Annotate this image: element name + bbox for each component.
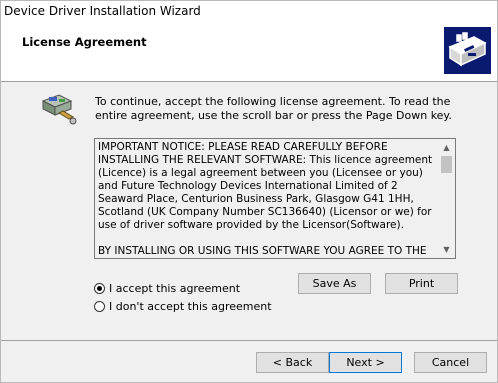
cancel-button[interactable]: Cancel xyxy=(414,352,487,373)
license-paragraph: BY INSTALLING OR USING THIS SOFTWARE YOU… xyxy=(98,245,427,257)
footer-divider xyxy=(1,340,497,341)
instructions-text: To continue, accept the following licens… xyxy=(95,95,452,122)
save-as-button[interactable]: Save As xyxy=(298,273,371,294)
installer-logo-icon xyxy=(444,27,491,74)
scroll-down-arrow-icon[interactable]: ▼ xyxy=(438,241,455,258)
next-button[interactable]: Next > xyxy=(329,352,402,373)
install-icon xyxy=(39,91,79,127)
wizard-header: License Agreement xyxy=(1,21,497,82)
scroll-thumb[interactable] xyxy=(441,156,452,173)
back-button[interactable]: < Back xyxy=(256,352,329,373)
wizard-window: Device Driver Installation Wizard Licens… xyxy=(0,0,498,383)
decline-radio[interactable] xyxy=(94,300,105,312)
accept-label: I accept this agreement xyxy=(109,281,241,295)
license-scrollbar[interactable]: ▲ ▼ xyxy=(438,139,455,258)
print-button[interactable]: Print xyxy=(385,273,458,294)
window-title: Device Driver Installation Wizard xyxy=(4,4,201,18)
accept-option[interactable]: I accept this agreement xyxy=(94,280,240,296)
decline-label: I don't accept this agreement xyxy=(109,299,272,313)
license-paragraph: IMPORTANT NOTICE: PLEASE READ CAREFULLY … xyxy=(98,141,433,231)
scroll-up-arrow-icon[interactable]: ▲ xyxy=(438,139,455,156)
license-agreement-textbox[interactable]: IMPORTANT NOTICE: PLEASE READ CAREFULLY … xyxy=(94,138,456,259)
license-text: IMPORTANT NOTICE: PLEASE READ CAREFULLY … xyxy=(98,141,438,271)
decline-option[interactable]: I don't accept this agreement xyxy=(94,298,272,314)
title-bar: Device Driver Installation Wizard xyxy=(1,1,497,21)
page-heading: License Agreement xyxy=(22,35,147,49)
accept-radio[interactable] xyxy=(94,282,105,294)
